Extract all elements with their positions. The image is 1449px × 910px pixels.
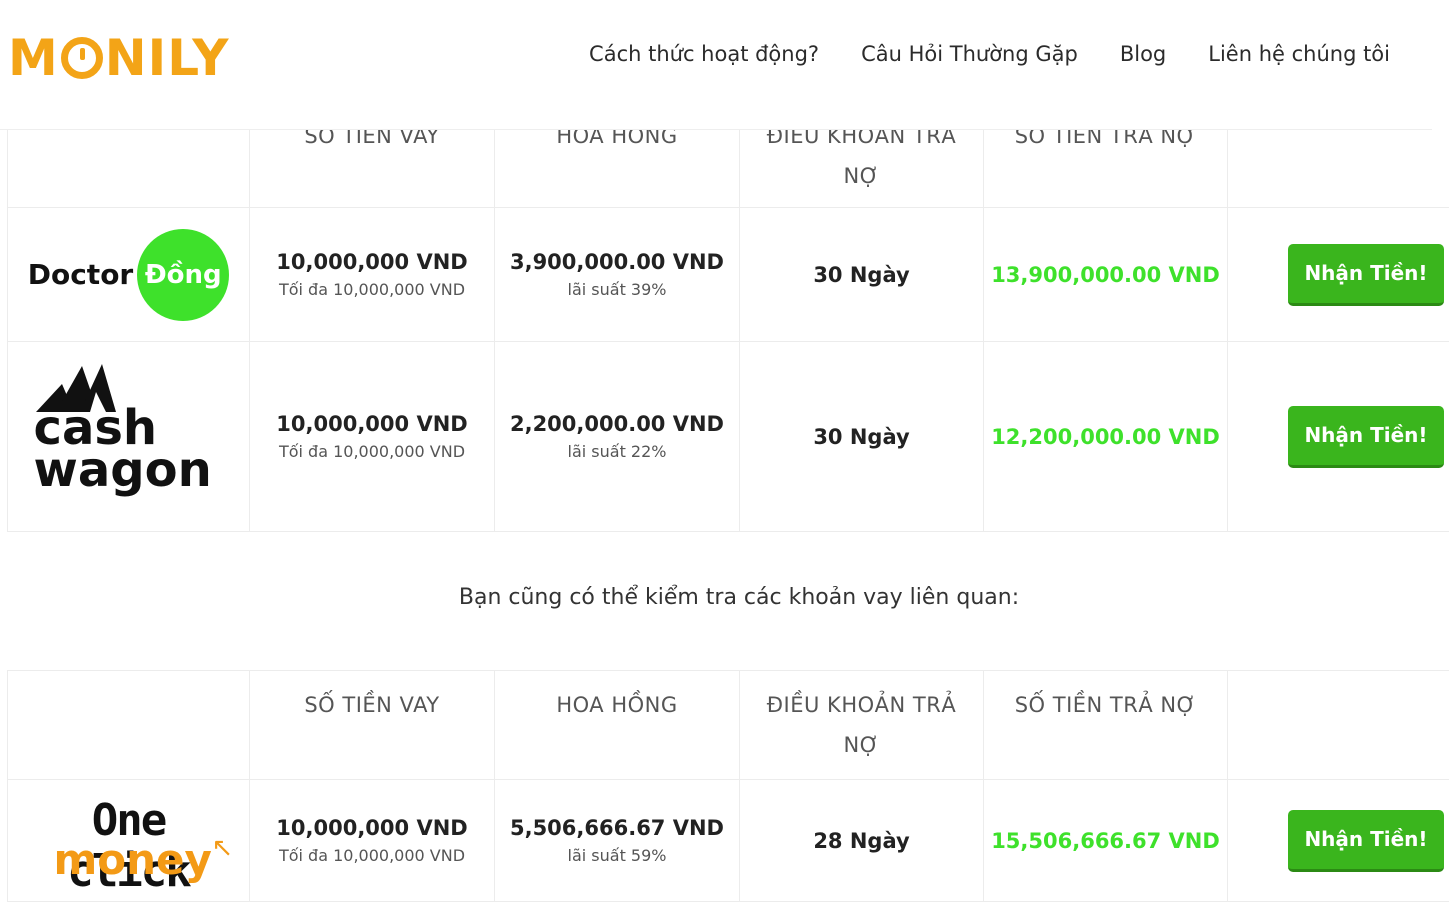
- loan-amount: 10,000,000 VND: [276, 412, 468, 436]
- commission-amount: 5,506,666.67 VND: [509, 816, 724, 840]
- logo-text: money: [53, 834, 212, 884]
- nav-how-it-works[interactable]: Cách thức hoạt động?: [589, 42, 819, 66]
- table-header-row: SỐ TIỀN VAY HOA HỒNG ĐIỀU KHOẢN TRẢ NỢ S…: [7, 670, 1449, 780]
- logo-text: Doctor: [27, 258, 134, 291]
- table-row: cash wagon 10,000,000 VND Tối đa 10,000,…: [7, 342, 1449, 532]
- loan-amount: 10,000,000 VND: [276, 816, 468, 840]
- repayment-term: 30 Ngày: [813, 424, 910, 449]
- header-commission: HOA HỒNG: [556, 693, 678, 717]
- interest-rate: lãi suất 22%: [567, 442, 667, 461]
- one-click-money-logo[interactable]: One click money ↖: [24, 791, 234, 897]
- get-money-button[interactable]: Nhận Tiền!: [1288, 809, 1444, 872]
- get-money-button[interactable]: Nhận Tiền!: [1288, 405, 1444, 468]
- get-money-button[interactable]: Nhận Tiền!: [1288, 243, 1444, 306]
- site-header: M NILY Cách thức hoạt động? Câu Hỏi Thườn…: [0, 0, 1432, 130]
- repayment-total: 13,900,000.00 VND: [991, 262, 1220, 287]
- commission-amount: 2,200,000.00 VND: [509, 412, 724, 436]
- repayment-term: 30 Ngày: [813, 262, 910, 287]
- main-nav: Cách thức hoạt động? Câu Hỏi Thường Gặp …: [589, 42, 1390, 66]
- interest-rate: lãi suất 59%: [567, 846, 667, 865]
- nav-faq[interactable]: Câu Hỏi Thường Gặp: [861, 42, 1078, 66]
- table-row: One click money ↖ 10,000,000 VND Tối đa …: [7, 780, 1449, 902]
- repayment-total: 15,506,666.67 VND: [991, 828, 1220, 853]
- nav-blog[interactable]: Blog: [1120, 42, 1166, 66]
- interest-rate: lãi suất 39%: [567, 280, 667, 299]
- loan-amount: 10,000,000 VND: [276, 250, 468, 274]
- header-loan-amount: SỐ TIỀN VAY: [304, 693, 440, 717]
- loan-max: Tối đa 10,000,000 VND: [278, 442, 466, 461]
- loan-max: Tối đa 10,000,000 VND: [278, 280, 466, 299]
- related-loans-text: Bạn cũng có thể kiểm tra các khoản vay l…: [458, 585, 1020, 610]
- cursor-icon: ↖: [211, 832, 234, 863]
- header-repayment-amount: SỐ TIỀN TRẢ NỢ: [1014, 693, 1197, 717]
- repayment-term: 28 Ngày: [813, 828, 910, 853]
- cashwagon-logo[interactable]: cash wagon: [34, 362, 224, 512]
- doctor-dong-logo[interactable]: Doctor Đồng: [27, 228, 230, 321]
- table-row: Doctor Đồng 10,000,000 VND Tối đa 10,000…: [7, 208, 1449, 342]
- logo-text: wagon: [33, 441, 212, 498]
- repayment-total: 12,200,000.00 VND: [991, 424, 1220, 449]
- nav-contact[interactable]: Liên hệ chúng tôi: [1208, 42, 1390, 66]
- header-repayment-terms: ĐIỀU KHOẢN TRẢ: [766, 693, 957, 717]
- monily-logo[interactable]: M NILY: [8, 29, 230, 87]
- clock-icon: [60, 37, 103, 79]
- loan-max: Tối đa 10,000,000 VND: [278, 846, 466, 865]
- logo-text: Đồng: [144, 259, 222, 290]
- commission-amount: 3,900,000.00 VND: [509, 250, 724, 274]
- header-repayment-terms-line2: NỢ: [843, 733, 880, 757]
